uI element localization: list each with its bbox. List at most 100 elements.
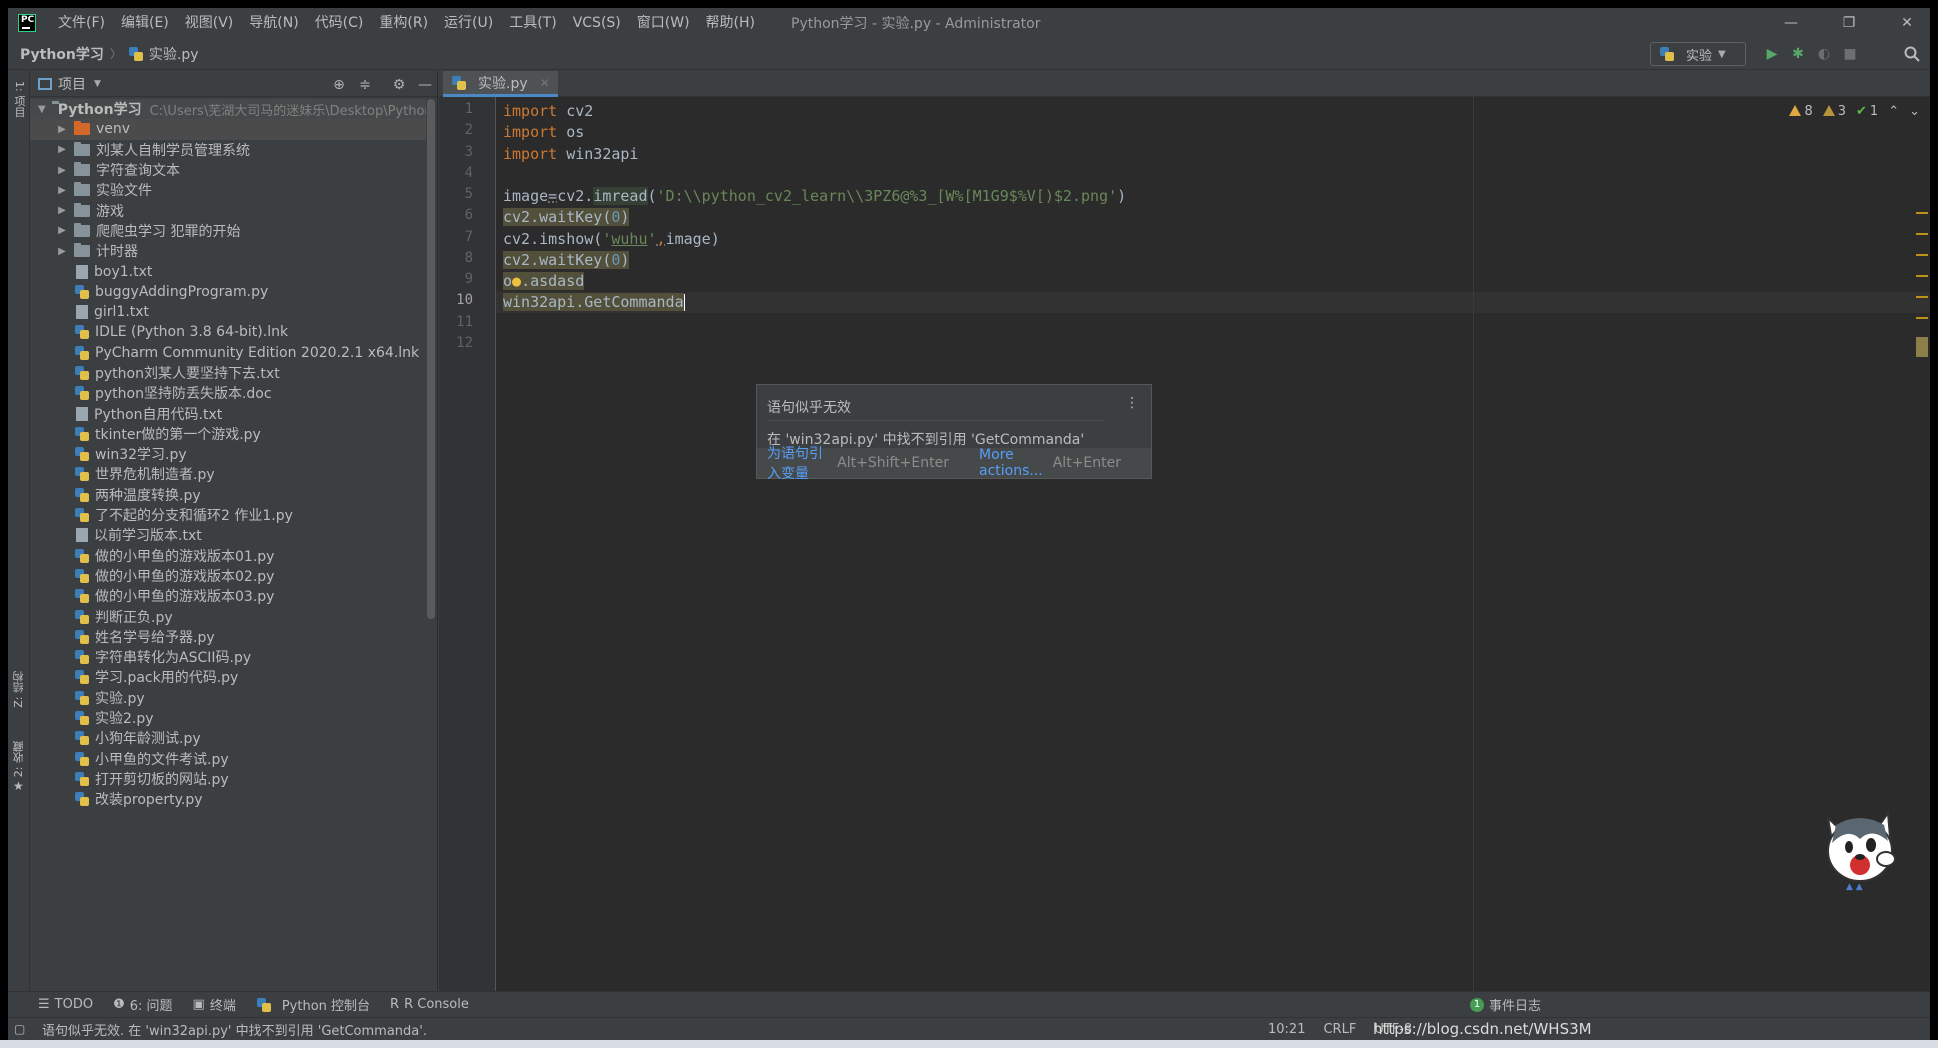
introduce-variable-link[interactable]: 为语句引入变量 bbox=[767, 443, 827, 483]
tree-folder[interactable]: ▶ 游戏 bbox=[30, 200, 426, 220]
tree-file[interactable]: boy1.txt bbox=[30, 261, 426, 281]
chevron-right-icon[interactable]: ▶ bbox=[56, 165, 68, 176]
project-tool-tab[interactable]: 1: 项目 bbox=[11, 81, 27, 117]
tree-file[interactable]: python刘某人要坚持下去.txt bbox=[30, 363, 426, 383]
toggle-tool-windows-icon[interactable]: ▢ bbox=[14, 1022, 25, 1036]
close-icon[interactable]: ✕ bbox=[540, 76, 550, 90]
search-icon[interactable] bbox=[1902, 44, 1922, 64]
chevron-right-icon[interactable]: ▶ bbox=[56, 144, 68, 155]
minimize-button[interactable]: — bbox=[1768, 8, 1814, 38]
tree-file[interactable]: 了不起的分支和循环2 作业1.py bbox=[30, 505, 426, 525]
chevron-right-icon[interactable]: ▶ bbox=[56, 205, 68, 216]
more-options-icon[interactable]: ⋮ bbox=[1125, 395, 1139, 411]
error-stripe-mark[interactable] bbox=[1916, 254, 1928, 256]
tree-folder[interactable]: ▶ 字符查询文本 bbox=[30, 160, 426, 180]
line-separator[interactable]: CRLF bbox=[1323, 1022, 1356, 1037]
error-stripe-mark[interactable] bbox=[1916, 275, 1928, 277]
r-console-tool-button[interactable]: RR Console bbox=[390, 997, 469, 1012]
debug-icon[interactable]: ✱ bbox=[1788, 44, 1808, 64]
favorites-tool-tab[interactable]: 2: 收藏 bbox=[11, 741, 27, 777]
error-stripe-mark[interactable] bbox=[1916, 233, 1928, 235]
chevron-down-icon[interactable]: ▼ bbox=[38, 104, 46, 115]
editor-tab-active[interactable]: 实验.py ✕ bbox=[443, 71, 558, 97]
code-area[interactable]: import cv2 import os import win32api ima… bbox=[503, 97, 1930, 991]
menu-run[interactable]: 运行(U) bbox=[436, 8, 501, 38]
menu-refactor[interactable]: 重构(R) bbox=[371, 8, 436, 38]
tree-file[interactable]: PyCharm Community Edition 2020.2.1 x64.l… bbox=[30, 343, 426, 363]
terminal-tool-button[interactable]: ▣ 终端 bbox=[193, 995, 236, 1014]
code-editor[interactable]: 1 2 3 4 5 6 7 8 9 10 11 12 import cv2 im… bbox=[439, 97, 1930, 991]
tree-file[interactable]: Python自用代码.txt bbox=[30, 403, 426, 423]
menu-edit[interactable]: 编辑(E) bbox=[113, 8, 177, 38]
tree-file[interactable]: buggyAddingProgram.py bbox=[30, 282, 426, 302]
desktop-pet-husky[interactable]: ▲ ▲ bbox=[1818, 803, 1908, 893]
caret-position[interactable]: 10:21 bbox=[1268, 1022, 1305, 1037]
scroll-thumb[interactable] bbox=[1916, 337, 1928, 357]
tree-file[interactable]: 两种温度转换.py bbox=[30, 485, 426, 505]
tree-file[interactable]: 实验.py bbox=[30, 688, 426, 708]
tree-file[interactable]: 世界危机制造者.py bbox=[30, 464, 426, 484]
menu-code[interactable]: 代码(C) bbox=[307, 8, 372, 38]
menu-tools[interactable]: 工具(T) bbox=[501, 8, 564, 38]
chevron-down-icon[interactable]: ⌄ bbox=[1909, 104, 1920, 119]
lightbulb-icon[interactable]: ● bbox=[512, 272, 521, 290]
tree-file[interactable]: python坚持防丢失版本.doc bbox=[30, 383, 426, 403]
tree-file[interactable]: 做的小甲鱼的游戏版本01.py bbox=[30, 546, 426, 566]
event-log-button[interactable]: 1 事件日志 bbox=[1470, 995, 1541, 1014]
tree-file[interactable]: 学习.pack用的代码.py bbox=[30, 667, 426, 687]
todo-tool-button[interactable]: ☰ TODO bbox=[38, 997, 93, 1012]
tree-folder[interactable]: ▶ 爬爬虫学习 犯罪的开始 bbox=[30, 221, 426, 241]
error-stripe-mark[interactable] bbox=[1916, 212, 1928, 214]
tree-file[interactable]: 改装property.py bbox=[30, 789, 426, 809]
tree-file[interactable]: 小狗年龄测试.py bbox=[30, 728, 426, 748]
project-scrollbar[interactable] bbox=[427, 99, 435, 619]
tree-folder[interactable]: ▶ 刘某人自制学员管理系统 bbox=[30, 140, 426, 160]
tree-file[interactable]: 打开剪切板的网站.py bbox=[30, 769, 426, 789]
run-config-selector[interactable]: 实验 ▼ bbox=[1650, 42, 1746, 66]
restore-button[interactable]: ❐ bbox=[1826, 8, 1872, 38]
tree-file[interactable]: 做的小甲鱼的游戏版本03.py bbox=[30, 586, 426, 606]
hide-panel-icon[interactable]: — bbox=[416, 76, 434, 94]
status-message[interactable]: 语句似乎无效. 在 'win32api.py' 中找不到引用 'GetComma… bbox=[42, 1020, 427, 1039]
run-icon[interactable]: ▶ bbox=[1762, 44, 1782, 64]
tree-file[interactable]: 以前学习版本.txt bbox=[30, 525, 426, 545]
close-button[interactable]: ✕ bbox=[1884, 8, 1930, 38]
python-console-tool-button[interactable]: Python 控制台 bbox=[256, 995, 370, 1014]
tree-file[interactable]: 小甲鱼的文件考试.py bbox=[30, 749, 426, 769]
menu-vcs[interactable]: VCS(S) bbox=[565, 8, 629, 38]
tree-file[interactable]: IDLE (Python 3.8 64-bit).lnk bbox=[30, 322, 426, 342]
warnings-count[interactable]: 8 bbox=[1789, 104, 1813, 119]
breadcrumb-file[interactable]: 实验.py bbox=[149, 44, 199, 64]
tree-file[interactable]: 做的小甲鱼的游戏版本02.py bbox=[30, 566, 426, 586]
coverage-icon[interactable]: ◐ bbox=[1814, 44, 1834, 64]
weak-warnings-count[interactable]: 3 bbox=[1822, 104, 1846, 119]
problems-tool-button[interactable]: ❶ 6: 问题 bbox=[113, 995, 172, 1014]
menu-window[interactable]: 窗口(W) bbox=[629, 8, 698, 38]
tree-folder-venv[interactable]: ▶ venv bbox=[30, 119, 426, 140]
inspection-widget[interactable]: 8 3 ✔ 1 ⌃ ⌄ bbox=[1789, 104, 1920, 119]
error-stripe-mark[interactable] bbox=[1916, 296, 1928, 298]
project-panel-title[interactable]: 项目 bbox=[58, 74, 86, 94]
chevron-right-icon[interactable]: ▶ bbox=[56, 185, 68, 196]
menu-file[interactable]: 文件(F) bbox=[50, 8, 113, 38]
menu-help[interactable]: 帮助(H) bbox=[698, 8, 763, 38]
tree-file[interactable]: girl1.txt bbox=[30, 302, 426, 322]
typos-count[interactable]: ✔ 1 bbox=[1856, 104, 1878, 119]
chevron-up-icon[interactable]: ⌃ bbox=[1888, 104, 1899, 119]
tree-root[interactable]: ▼ Python学习 C:\Users\芜湖大司马的迷妹乐\Desktop\Py… bbox=[30, 99, 426, 120]
tree-file[interactable]: 姓名学号给予器.py bbox=[30, 627, 426, 647]
tree-file[interactable]: tkinter做的第一个游戏.py bbox=[30, 424, 426, 444]
tree-file[interactable]: 字符串转化为ASCII码.py bbox=[30, 647, 426, 667]
tree-file[interactable]: win32学习.py bbox=[30, 444, 426, 464]
breadcrumb-project[interactable]: Python学习 bbox=[20, 44, 104, 64]
more-actions-link[interactable]: More actions... bbox=[979, 447, 1043, 479]
tree-folder[interactable]: ▶ 实验文件 bbox=[30, 180, 426, 200]
structure-tool-tab[interactable]: Z: 结构 bbox=[11, 671, 27, 708]
tree-folder[interactable]: ▶ 计时器 bbox=[30, 241, 426, 261]
stop-icon[interactable]: ■ bbox=[1840, 44, 1860, 64]
chevron-right-icon[interactable]: ▶ bbox=[56, 225, 68, 236]
menu-view[interactable]: 视图(V) bbox=[177, 8, 242, 38]
chevron-down-icon[interactable]: ▼ bbox=[94, 79, 101, 89]
tree-file[interactable]: 实验2.py bbox=[30, 708, 426, 728]
tree-file[interactable]: 判断正负.py bbox=[30, 606, 426, 626]
